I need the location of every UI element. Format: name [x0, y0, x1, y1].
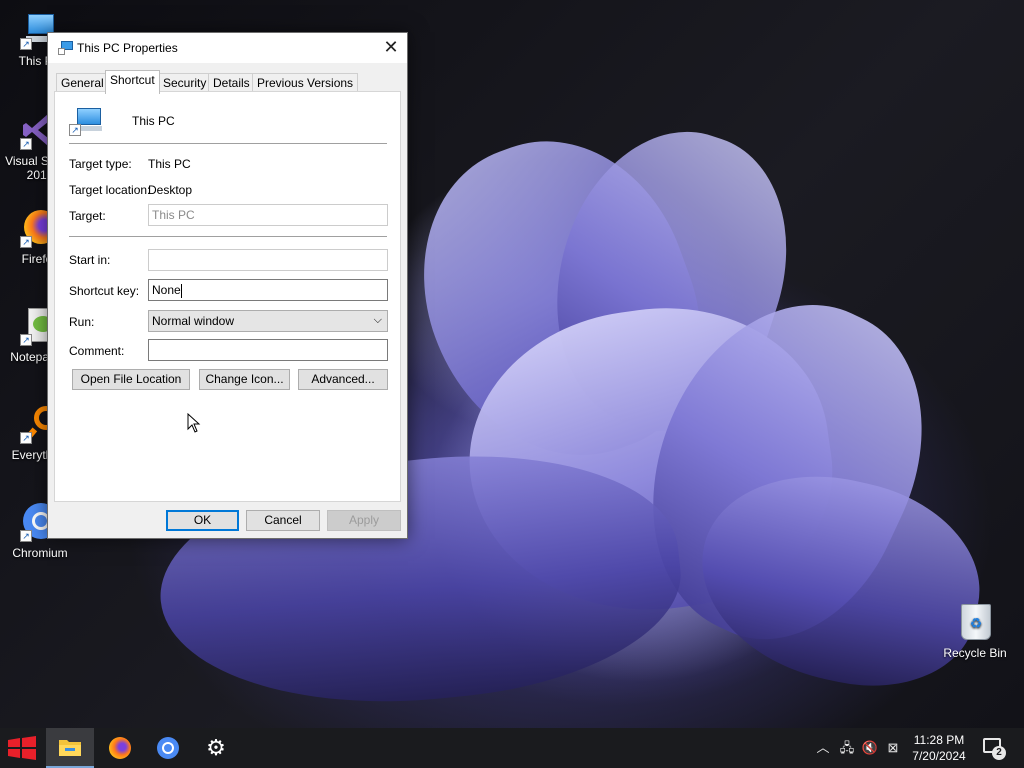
target-label: Target: — [69, 209, 106, 223]
security-center-icon[interactable]: ⊠ — [884, 738, 902, 758]
shortcut-tab-panel: ↗ This PC Target type: This PC Target lo… — [54, 91, 401, 502]
advanced-button[interactable]: Advanced... — [298, 369, 388, 390]
comment-label: Comment: — [69, 344, 125, 358]
comment-field[interactable] — [148, 339, 388, 361]
run-label: Run: — [69, 315, 95, 329]
mouse-cursor-icon — [187, 413, 201, 433]
start-icon — [8, 736, 36, 760]
taskbar: ⚙ ︿ 🖧 🔇 ⊠ 11:28 PM 7/20/2024 2 — [0, 728, 1024, 768]
clock[interactable]: 11:28 PM 7/20/2024 — [905, 732, 973, 764]
tab-shortcut[interactable]: Shortcut — [105, 70, 160, 94]
properties-dialog: This PC Properties ✕ General Shortcut Se… — [47, 32, 408, 539]
shortcut-name: This PC — [132, 114, 175, 128]
divider — [69, 143, 387, 144]
cancel-button[interactable]: Cancel — [246, 510, 320, 531]
taskbar-chromium[interactable] — [146, 728, 190, 768]
run-select[interactable]: Normal window ⌵ — [148, 310, 388, 332]
apply-button[interactable]: Apply — [327, 510, 401, 531]
wallpaper-petal — [519, 103, 821, 457]
chromium-icon — [157, 737, 179, 759]
taskbar-firefox[interactable] — [98, 728, 142, 768]
shortcut-arrow-icon: ↗ — [69, 124, 81, 136]
tab-previous-versions[interactable]: Previous Versions — [252, 73, 359, 92]
desktop-icon-label: Chromium — [12, 546, 68, 560]
start-button[interactable] — [0, 728, 44, 768]
shortcut-arrow-icon: ↗ — [20, 530, 32, 542]
target-location-label: Target location: — [69, 183, 151, 197]
clock-time: 11:28 PM — [913, 733, 965, 747]
close-button[interactable]: ✕ — [375, 33, 407, 63]
firefox-icon — [109, 737, 131, 759]
run-selected-value: Normal window — [152, 314, 235, 328]
ok-button[interactable]: OK — [166, 510, 239, 531]
target-type-value: This PC — [148, 157, 191, 171]
desktop-icon-recycle-bin[interactable]: ♻ Recycle Bin — [935, 602, 1015, 660]
start-in-field[interactable] — [148, 249, 388, 271]
shortcut-arrow-icon: ↗ — [20, 236, 32, 248]
recycle-bin-icon: ♻ — [955, 602, 995, 642]
target-type-label: Target type: — [69, 157, 132, 171]
shortcut-arrow-icon: ↗ — [20, 432, 32, 444]
open-file-location-button[interactable]: Open File Location — [72, 369, 190, 390]
shortcut-arrow-icon: ↗ — [20, 38, 32, 50]
tab-security[interactable]: Security — [158, 73, 212, 92]
shortcut-key-value: None — [152, 283, 181, 297]
file-explorer-icon — [59, 740, 81, 756]
this-pc-icon — [58, 41, 74, 55]
shortcut-arrow-icon: ↗ — [20, 138, 32, 150]
chevron-down-icon: ⌵ — [373, 314, 382, 326]
divider — [69, 236, 387, 237]
wallpaper-petal — [599, 263, 971, 677]
shortcut-icon: ↗ — [69, 106, 103, 138]
target-field: This PC — [148, 204, 388, 226]
chevron-up-icon[interactable]: ︿ — [814, 738, 832, 758]
taskbar-file-explorer[interactable] — [46, 728, 94, 768]
dialog-title: This PC Properties — [77, 41, 178, 55]
settings-icon: ⚙ — [206, 735, 226, 760]
clock-date: 7/20/2024 — [912, 749, 966, 763]
shortcut-key-label: Shortcut key: — [69, 284, 140, 298]
change-icon-button[interactable]: Change Icon... — [199, 369, 290, 390]
wallpaper-petal — [450, 286, 850, 634]
notification-count-badge: 2 — [992, 746, 1006, 760]
volume-muted-icon[interactable]: 🔇 — [861, 738, 879, 758]
start-in-label: Start in: — [69, 253, 111, 267]
tab-details[interactable]: Details — [208, 73, 255, 92]
text-caret — [180, 283, 182, 298]
tab-general[interactable]: General — [56, 73, 109, 92]
desktop-icon-label: Recycle Bin — [943, 646, 1007, 660]
wallpaper-petal — [383, 105, 737, 495]
shortcut-arrow-icon: ↗ — [20, 334, 32, 346]
dialog-titlebar[interactable]: This PC Properties ✕ — [48, 33, 407, 63]
target-location-value: Desktop — [148, 183, 193, 197]
notifications-button[interactable]: 2 — [980, 736, 1008, 762]
wallpaper-petal — [682, 453, 998, 707]
taskbar-settings[interactable]: ⚙ — [194, 728, 238, 768]
network-icon[interactable]: 🖧 — [838, 738, 856, 758]
shortcut-key-field[interactable]: None — [148, 279, 388, 301]
